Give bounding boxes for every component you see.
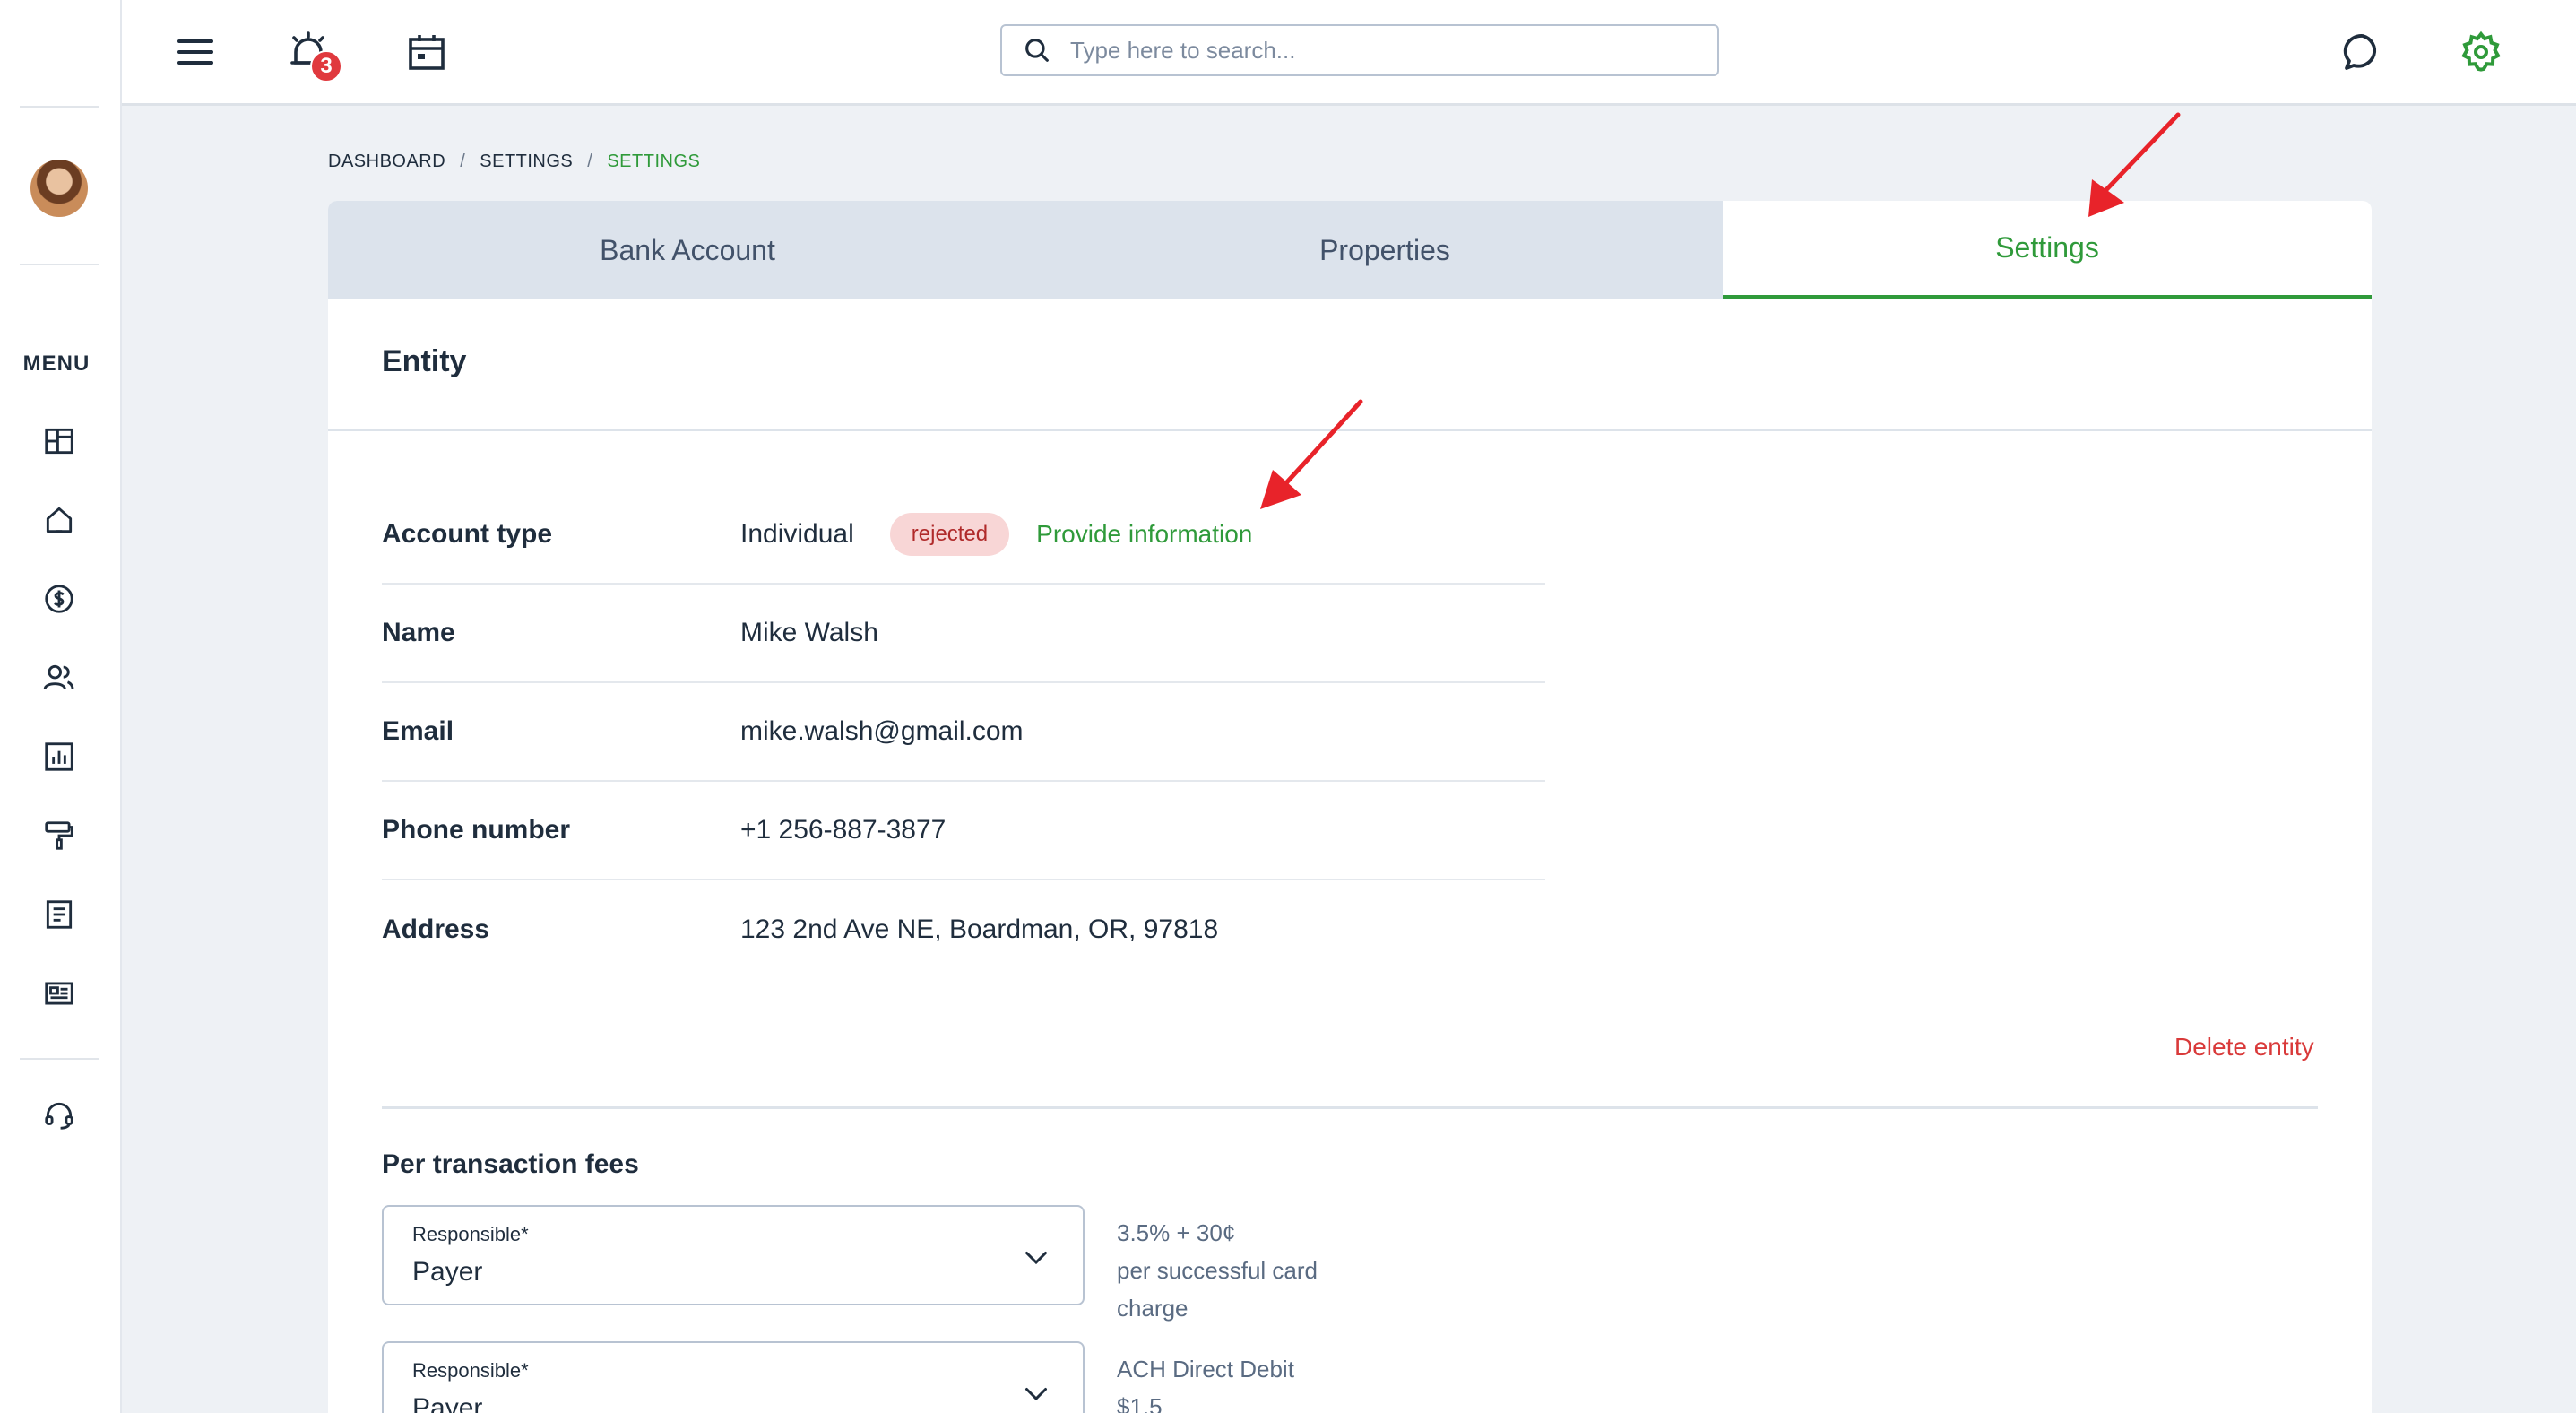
email-value: mike.walsh@gmail.com <box>740 716 1024 746</box>
phone-row: Phone number +1 256-887-3877 <box>382 782 1545 880</box>
hamburger-menu-icon[interactable] <box>169 25 222 79</box>
name-value: Mike Walsh <box>740 618 878 647</box>
select-value: Payer <box>412 1393 483 1413</box>
phone-label: Phone number <box>382 815 571 845</box>
settings-gear-icon[interactable] <box>2454 25 2508 79</box>
sidebar-divider <box>20 1058 99 1060</box>
dashboard-icon[interactable] <box>39 421 79 461</box>
chart-icon[interactable] <box>39 737 79 776</box>
select-label: Responsible* <box>412 1359 529 1382</box>
delete-entity-link[interactable]: Delete entity <box>2174 1033 2314 1062</box>
breadcrumb-settings[interactable]: SETTINGS <box>480 152 573 172</box>
chevron-down-icon <box>1025 1388 1047 1401</box>
fee-line: charge <box>1117 1295 1189 1322</box>
account-type-value: Individual <box>740 519 854 549</box>
dollar-icon[interactable] <box>39 579 79 619</box>
address-label: Address <box>382 915 490 944</box>
tab-bank-account[interactable]: Bank Account <box>328 201 1047 299</box>
responsible-select[interactable]: Responsible* Payer <box>382 1205 1085 1305</box>
breadcrumb-separator: / <box>460 152 466 171</box>
ach-fee-description: ACH Direct Debit $1.5 <box>1117 1350 1386 1413</box>
sidebar-divider <box>20 264 99 265</box>
phone-value: +1 256-887-3877 <box>740 815 947 845</box>
search-icon <box>1025 39 1049 62</box>
fee-line: 3.5% + 30¢ <box>1117 1219 1236 1246</box>
card-fee-description: 3.5% + 30¢ per successful card charge <box>1117 1214 1386 1327</box>
tab-bar: Bank Account Properties Settings <box>328 201 2372 299</box>
home-icon[interactable] <box>39 500 79 540</box>
fees-divider <box>382 1106 2318 1109</box>
search-box[interactable] <box>1000 24 1719 76</box>
newspaper-icon[interactable] <box>39 974 79 1013</box>
email-row: Email mike.walsh@gmail.com <box>382 683 1545 782</box>
name-row: Name Mike Walsh <box>382 585 1545 683</box>
avatar[interactable] <box>30 160 88 217</box>
breadcrumb-dashboard[interactable]: DASHBOARD <box>328 152 445 172</box>
breadcrumb: DASHBOARD / SETTINGS / SETTINGS <box>328 152 700 172</box>
fee-line: $1.5 <box>1117 1393 1163 1413</box>
account-type-row: Account type Individual rejected Provide… <box>382 486 1545 585</box>
users-icon[interactable] <box>39 658 79 698</box>
calendar-icon[interactable] <box>400 25 454 79</box>
document-icon[interactable] <box>39 895 79 934</box>
breadcrumb-separator: / <box>587 152 593 171</box>
chevron-down-icon <box>1025 1252 1047 1265</box>
fee-line: per successful card <box>1117 1257 1318 1284</box>
select-label: Responsible* <box>412 1223 529 1245</box>
entity-section-title: Entity <box>382 344 467 378</box>
search-input[interactable] <box>1070 36 1680 65</box>
status-badge: rejected <box>889 513 1010 556</box>
headset-icon[interactable] <box>39 1096 79 1135</box>
sidebar: MENU <box>0 0 122 1413</box>
select-value: Payer <box>412 1257 483 1287</box>
address-value: 123 2nd Ave NE, Boardman, OR, 97818 <box>740 915 1219 944</box>
provide-information-link[interactable]: Provide information <box>1036 520 1252 549</box>
account-type-value-group: Individual rejected Provide information <box>740 486 1252 583</box>
chat-bubble-icon[interactable] <box>2336 25 2390 79</box>
address-row: Address 123 2nd Ave NE, Boardman, OR, 97… <box>382 880 1545 979</box>
section-divider <box>328 429 2372 431</box>
notification-count-badge: 3 <box>310 50 342 82</box>
account-type-label: Account type <box>382 519 553 549</box>
fee-line: ACH Direct Debit <box>1117 1356 1294 1383</box>
top-bar: 3 <box>122 0 2576 106</box>
settings-card: Bank Account Properties Settings Entity … <box>328 201 2372 1413</box>
name-label: Name <box>382 618 455 647</box>
breadcrumb-current: SETTINGS <box>607 152 701 171</box>
menu-label: MENU <box>22 351 91 376</box>
tab-settings[interactable]: Settings <box>1723 201 2372 299</box>
responsible-select[interactable]: Responsible* Payer <box>382 1341 1085 1413</box>
paint-roller-icon[interactable] <box>39 816 79 855</box>
email-label: Email <box>382 716 454 746</box>
tab-properties[interactable]: Properties <box>1047 201 1723 299</box>
sidebar-divider <box>20 106 99 108</box>
fees-section-title: Per transaction fees <box>382 1149 639 1179</box>
